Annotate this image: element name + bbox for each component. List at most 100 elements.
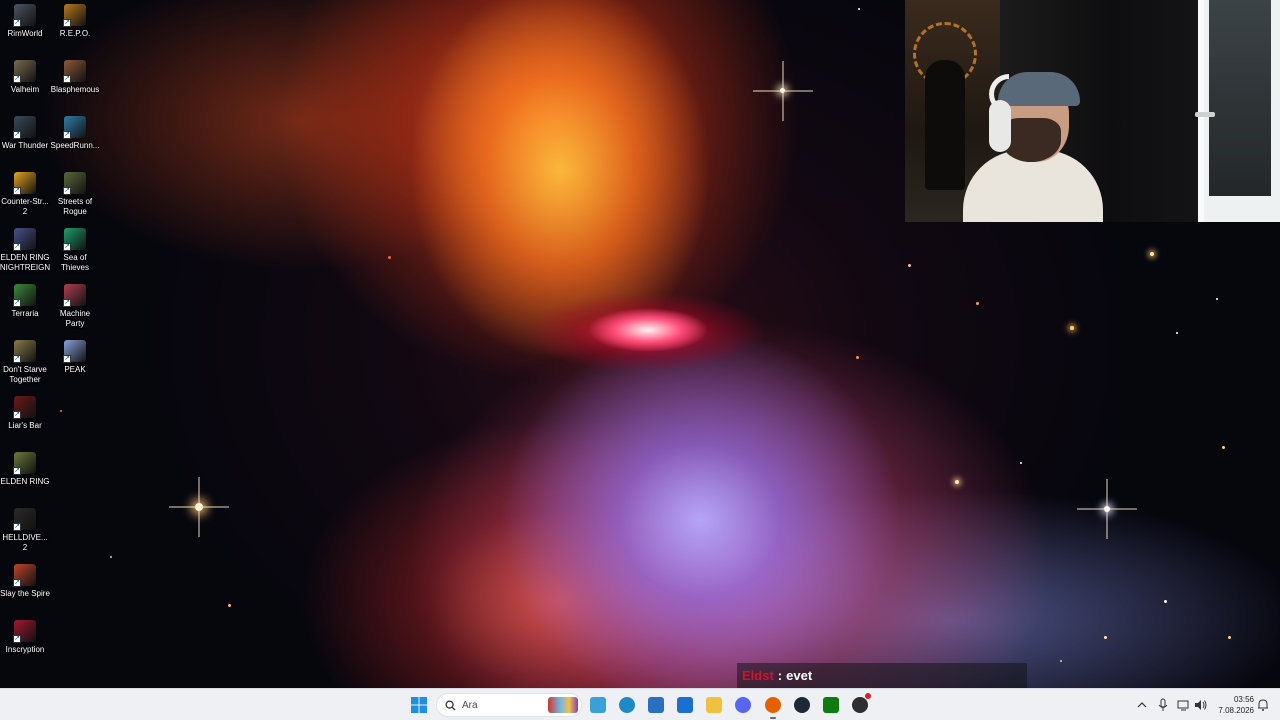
desktop-icon[interactable]: ↗ ELDEN RING NIGHTREIGN [0, 224, 50, 280]
xbox-icon[interactable] [819, 693, 843, 717]
shortcut-arrow-icon: ↗ [63, 75, 71, 83]
star [1222, 446, 1225, 449]
desktop-icon-label: War Thunder [1, 141, 49, 150]
shortcut-arrow-icon: ↗ [63, 131, 71, 139]
clock-date: 7.08.2026 [1218, 706, 1254, 715]
star [1216, 298, 1218, 300]
desktop-icon[interactable]: ↗ HELLDIVE... 2 [0, 504, 50, 560]
star [976, 302, 979, 305]
network-icon[interactable] [1176, 689, 1192, 720]
desktop-icon-label: HELLDIVE... 2 [2, 533, 48, 552]
firefox-icon[interactable] [761, 693, 785, 719]
star [1104, 636, 1107, 639]
desktop-icon-label: SpeedRunn... [50, 141, 100, 150]
desktop-icons: ↗ RimWorld ↗ R.E.P.O. ↗ Valheim ↗ Blasphemous ↗ W… [0, 0, 102, 680]
store-icon[interactable] [644, 693, 668, 717]
counter-strike-icon: ↗ [13, 172, 36, 195]
desktop-icon[interactable]: ↗ Machine Party [50, 280, 100, 336]
star [858, 8, 860, 10]
star [780, 88, 785, 93]
taskbar: Ara 03:56 7.08.2026 [0, 688, 1280, 720]
chat-username: Eldst [742, 668, 774, 683]
sea-of-thieves-icon: ↗ [63, 228, 86, 251]
desktop-icon-label: Machine Party [59, 309, 91, 328]
star [1164, 600, 1167, 603]
shortcut-arrow-icon: ↗ [13, 131, 21, 139]
search-box[interactable]: Ara [436, 693, 582, 717]
blasphemous-icon: ↗ [63, 60, 86, 83]
liars-bar-icon: ↗ [13, 396, 36, 419]
desktop-icon[interactable]: ↗ SpeedRunn... [50, 112, 100, 168]
desktop-icon-label: Blasphemous [50, 85, 100, 94]
streets-of-rogue-icon: ↗ [63, 172, 86, 195]
desktop-icon[interactable]: ↗ Slay the Spire [0, 560, 50, 616]
desktop-icon[interactable]: ↗ Liar's Bar [0, 392, 50, 448]
shortcut-arrow-icon: ↗ [63, 243, 71, 251]
shortcut-arrow-icon: ↗ [13, 411, 21, 419]
shortcut-arrow-icon: ↗ [63, 299, 71, 307]
desktop-icon[interactable]: ↗ RimWorld [0, 0, 50, 56]
inscryption-icon: ↗ [13, 620, 36, 643]
desktop-icon[interactable]: ↗ War Thunder [0, 112, 50, 168]
helldivers-icon: ↗ [13, 508, 36, 531]
desktop-icon[interactable]: ↗ R.E.P.O. [50, 0, 100, 56]
desktop-icon-label: Slay the Spire [0, 589, 50, 598]
desktop-icon[interactable]: ↗ Streets of Rogue [50, 168, 100, 224]
shortcut-arrow-icon: ↗ [13, 467, 21, 475]
desktop-icon[interactable]: ↗ Valheim [0, 56, 50, 112]
file-explorer-icon[interactable] [702, 693, 726, 717]
chat-text: evet [786, 668, 813, 683]
shortcut-arrow-icon: ↗ [13, 19, 21, 27]
desktop-icon[interactable]: ↗ Don't Starve Together [0, 336, 50, 392]
desktop-icon-label: Terraria [11, 309, 39, 318]
star [228, 604, 231, 607]
elden-ring-icon: ↗ [13, 452, 36, 475]
search-icon [445, 699, 456, 711]
desktop-icon[interactable]: ↗ Terraria [0, 280, 50, 336]
desktop-icon[interactable]: ↗ Sea of Thieves [50, 224, 100, 280]
desktop-icon[interactable]: ↗ ELDEN RING [0, 448, 50, 504]
shortcut-arrow-icon: ↗ [13, 75, 21, 83]
copilot-icon[interactable] [586, 693, 610, 717]
desktop-icon-label: Liar's Bar [8, 421, 42, 430]
desktop-icon-label: PEAK [64, 365, 86, 374]
desktop-icon-label: Streets of Rogue [57, 197, 93, 216]
desktop-icon[interactable]: ↗ Inscryption [0, 616, 50, 672]
microphone-icon[interactable] [1155, 689, 1171, 720]
shortcut-arrow-icon: ↗ [13, 635, 21, 643]
shortcut-arrow-icon: ↗ [13, 243, 21, 251]
star [856, 356, 859, 359]
shortcut-arrow-icon: ↗ [63, 19, 71, 27]
cap [998, 72, 1080, 106]
star [1150, 252, 1154, 256]
shortcut-arrow-icon: ↗ [63, 187, 71, 195]
slay-the-spire-icon: ↗ [13, 564, 36, 587]
desktop-icon[interactable]: ↗ Counter-Str... 2 [0, 168, 50, 224]
shortcut-arrow-icon: ↗ [13, 187, 21, 195]
obs-icon[interactable] [848, 693, 872, 717]
start-icon[interactable] [407, 693, 431, 717]
terraria-icon: ↗ [13, 284, 36, 307]
shortcut-arrow-icon: ↗ [13, 579, 21, 587]
elden-ring-nightreign-icon: ↗ [13, 228, 36, 251]
shortcut-arrow-icon: ↗ [13, 523, 21, 531]
webcam-overlay [905, 0, 1280, 222]
clock[interactable]: 03:56 7.08.2026 [1210, 694, 1254, 716]
steam-icon[interactable] [790, 693, 814, 717]
chevron-up-icon[interactable] [1134, 689, 1150, 720]
outlook-icon[interactable] [673, 693, 697, 717]
star [1176, 332, 1178, 334]
peak-icon: ↗ [63, 340, 86, 363]
star [1104, 506, 1110, 512]
dont-starve-together-icon: ↗ [13, 340, 36, 363]
desktop-icon[interactable]: ↗ PEAK [50, 336, 100, 392]
desktop-icon-label: Sea of Thieves [60, 253, 89, 272]
edge-icon[interactable] [615, 693, 639, 717]
star [110, 556, 112, 558]
desktop-icon[interactable]: ↗ Blasphemous [50, 56, 100, 112]
star [388, 256, 391, 259]
discord-icon[interactable] [731, 693, 755, 717]
notification-icon[interactable] [1256, 689, 1270, 720]
volume-icon[interactable] [1193, 689, 1209, 720]
shortcut-arrow-icon: ↗ [63, 355, 71, 363]
